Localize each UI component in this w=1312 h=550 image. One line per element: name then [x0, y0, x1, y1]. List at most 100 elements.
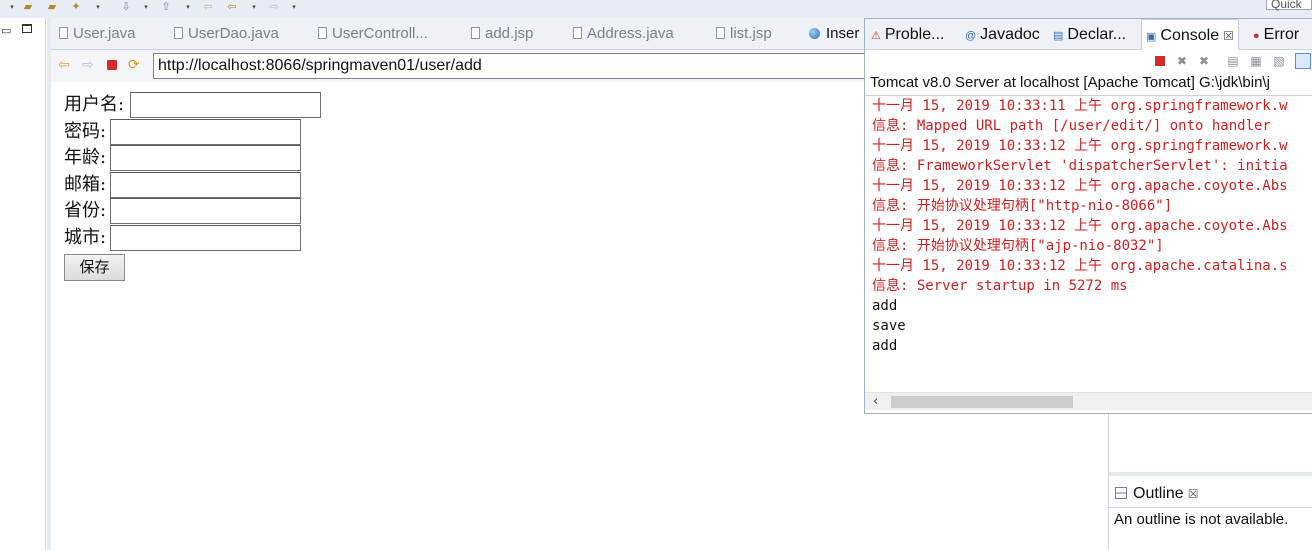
- close-icon[interactable]: ☒: [1188, 487, 1199, 501]
- clear-console-icon[interactable]: ▤: [1227, 55, 1239, 67]
- web-page-content: 用户名: 密码: 年龄: 邮箱: 省份: 城市: 保存: [51, 82, 866, 550]
- forward-icon[interactable]: ⇨: [266, 1, 282, 13]
- tab-label: UserDao.java: [188, 25, 279, 42]
- console-line: 信息: 开始协议处理句柄["ajp-nio-8032"]: [872, 238, 1164, 254]
- console-line: 十一月 15, 2019 10:33:12 上午 org.springframe…: [872, 138, 1288, 154]
- next-annotation-icon[interactable]: ⇩: [118, 1, 134, 13]
- back-icon[interactable]: ⇦: [58, 57, 70, 73]
- tab-label: Inser: [826, 25, 860, 42]
- email-label: 邮箱:: [64, 174, 107, 195]
- province-input[interactable]: [110, 198, 301, 224]
- dropdown-arrow-icon[interactable]: ▾: [250, 1, 258, 13]
- outline-tab-bar: Outline ☒: [1109, 476, 1312, 508]
- java-file-icon: [174, 27, 183, 39]
- tab-usercontroller-java[interactable]: UserControll...: [318, 24, 428, 44]
- tab-user-java[interactable]: User.java: [59, 24, 136, 44]
- username-input[interactable]: [130, 92, 321, 118]
- console-output[interactable]: 十一月 15, 2019 10:33:11 上午 org.springframe…: [865, 95, 1312, 393]
- console-line: 信息: Server startup in 5272 ms: [872, 278, 1128, 294]
- main-toolbar: ▾ ▰ ▰ ✦ ▾ ⇩ ▾ ⇧ ▾ ⇦ ⇦ ▾ ⇨ ▾ Quick: [0, 0, 1312, 18]
- show-console-icon[interactable]: [1295, 53, 1311, 69]
- tab-label: Error: [1263, 26, 1300, 43]
- problems-icon: ⚠: [871, 30, 881, 42]
- url-input[interactable]: http://localhost:8066/springmaven01/user…: [153, 53, 865, 79]
- jsp-file-icon: [716, 27, 725, 39]
- declaration-icon: ▤: [1053, 30, 1064, 42]
- city-input[interactable]: [110, 225, 301, 251]
- scroll-left-icon[interactable]: ‹: [873, 395, 878, 409]
- remove-launch-icon[interactable]: ✖: [1176, 55, 1188, 67]
- open-folder-icon[interactable]: ▰: [44, 1, 60, 13]
- console-line: save: [872, 318, 906, 334]
- run-icon[interactable]: ✦: [68, 1, 84, 13]
- tab-list-jsp[interactable]: list.jsp: [716, 24, 772, 44]
- console-line: 十一月 15, 2019 10:33:12 上午 org.apache.cata…: [872, 258, 1288, 274]
- dropdown-arrow-icon[interactable]: ▾: [8, 1, 16, 13]
- console-process-title: Tomcat v8.0 Server at localhost [Apache …: [870, 74, 1270, 91]
- browser-nav-bar: ⇦ ⇨ ⟳ http://localhost:8066/springmaven0…: [51, 50, 866, 82]
- age-row: 年龄:: [64, 145, 301, 171]
- console-line: 信息: FrameworkServlet 'dispatcherServlet'…: [872, 158, 1288, 174]
- tab-problems[interactable]: ⚠ Proble...: [871, 25, 944, 45]
- java-file-icon: [573, 27, 582, 39]
- dropdown-arrow-icon[interactable]: ▾: [290, 1, 298, 13]
- console-line: 十一月 15, 2019 10:33:11 上午 org.springframe…: [872, 98, 1288, 114]
- maximize-icon[interactable]: [22, 24, 32, 33]
- email-input[interactable]: [110, 172, 301, 198]
- jsp-file-icon: [471, 27, 480, 39]
- tab-label: list.jsp: [730, 25, 772, 42]
- tab-label: Outline: [1133, 485, 1184, 502]
- console-line: 十一月 15, 2019 10:33:12 上午 org.apache.coyo…: [872, 218, 1288, 234]
- tab-javadoc[interactable]: @ Javadoc: [965, 25, 1040, 45]
- refresh-icon[interactable]: ⟳: [128, 57, 140, 73]
- quick-access-field[interactable]: Quick: [1266, 0, 1312, 11]
- remove-all-icon[interactable]: ✖: [1198, 55, 1210, 67]
- tab-label: Javadoc: [980, 26, 1040, 43]
- password-row: 密码:: [64, 119, 301, 145]
- scrollbar-thumb[interactable]: [891, 396, 1073, 408]
- minimize-icon[interactable]: ▭: [1, 24, 11, 37]
- tab-outline[interactable]: Outline ☒: [1115, 484, 1198, 504]
- tab-label: add.jsp: [485, 25, 534, 42]
- globe-icon: [809, 28, 820, 39]
- stop-icon[interactable]: [107, 60, 117, 70]
- tab-add-jsp[interactable]: add.jsp: [471, 24, 533, 44]
- tab-error-log[interactable]: ● Error: [1253, 25, 1299, 45]
- tab-label: UserControll...: [332, 25, 428, 42]
- outline-message: An outline is not available.: [1114, 511, 1289, 528]
- tab-label: Declar...: [1067, 26, 1127, 43]
- dropdown-arrow-icon[interactable]: ▾: [94, 1, 102, 13]
- tab-label: Console: [1160, 27, 1220, 44]
- tab-declaration[interactable]: ▤ Declar...: [1053, 25, 1126, 45]
- province-label: 省份:: [64, 200, 107, 221]
- word-wrap-icon[interactable]: ▧: [1273, 55, 1285, 67]
- password-input[interactable]: [110, 119, 301, 145]
- dropdown-arrow-icon[interactable]: ▾: [184, 1, 192, 13]
- tab-browser[interactable]: Inser: [809, 24, 859, 44]
- tab-label: Proble...: [884, 26, 945, 43]
- scroll-lock-icon[interactable]: ▦: [1250, 55, 1262, 67]
- horizontal-scrollbar[interactable]: ‹: [865, 392, 1312, 410]
- back-icon[interactable]: ⇦: [200, 1, 216, 13]
- age-input[interactable]: [110, 145, 301, 171]
- age-label: 年龄:: [64, 147, 107, 168]
- close-icon[interactable]: ☒: [1223, 29, 1234, 43]
- back-icon[interactable]: ⇦: [224, 1, 240, 13]
- forward-icon[interactable]: ⇨: [82, 57, 94, 73]
- city-row: 城市:: [64, 225, 301, 251]
- save-button[interactable]: 保存: [64, 254, 125, 281]
- province-row: 省份:: [64, 198, 301, 224]
- open-folder-icon[interactable]: ▰: [20, 1, 36, 13]
- console-tab-bar: ⚠ Proble... @ Javadoc ▤ Declar... ▣ Console ☒…: [865, 19, 1312, 50]
- city-label: 城市:: [64, 227, 107, 248]
- console-view: ⚠ Proble... @ Javadoc ▤ Declar... ▣ Console ☒…: [864, 18, 1312, 414]
- tab-userdao-java[interactable]: UserDao.java: [174, 24, 279, 44]
- tab-label: User.java: [73, 25, 136, 42]
- console-icon: ▣: [1146, 31, 1157, 43]
- tab-address-java[interactable]: Address.java: [573, 24, 674, 44]
- dropdown-arrow-icon[interactable]: ▾: [142, 1, 150, 13]
- tab-console[interactable]: ▣ Console ☒: [1141, 19, 1239, 50]
- terminate-icon[interactable]: [1155, 56, 1165, 66]
- previous-annotation-icon[interactable]: ⇧: [158, 1, 174, 13]
- password-label: 密码:: [64, 121, 107, 142]
